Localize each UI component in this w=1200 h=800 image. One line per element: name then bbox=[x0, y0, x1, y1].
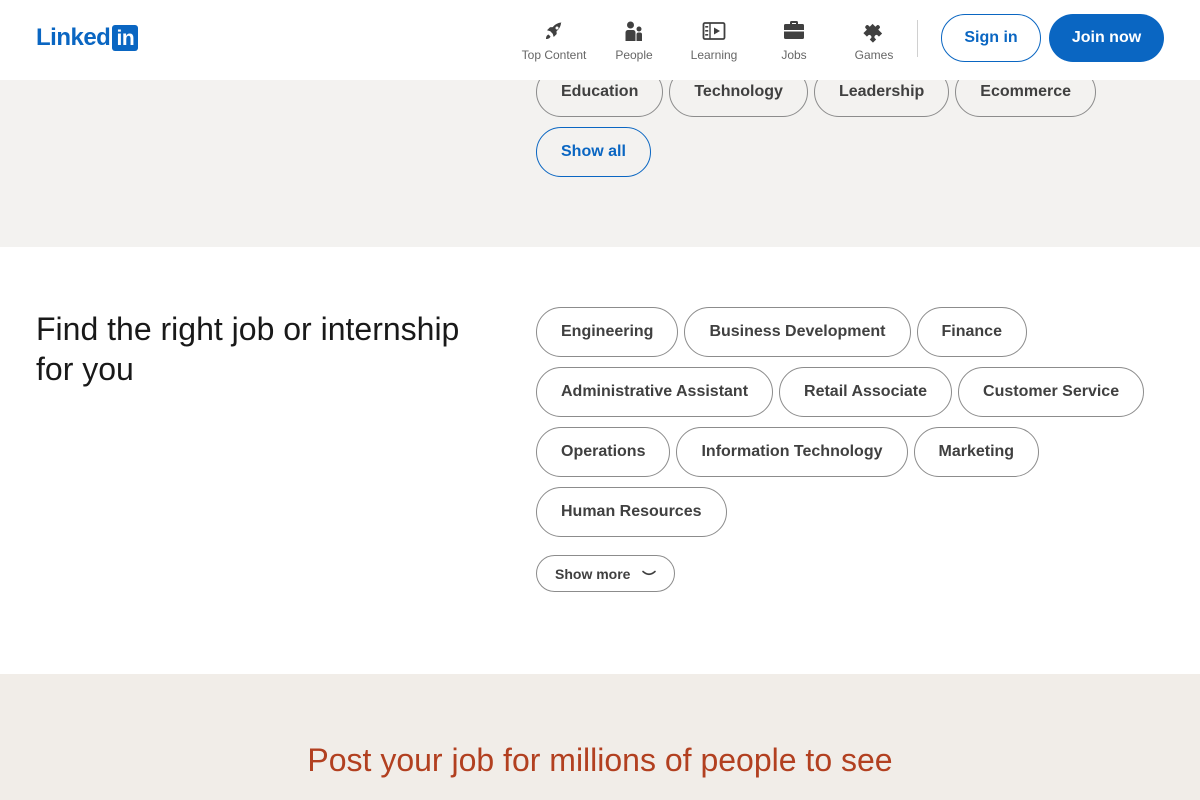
people-icon bbox=[622, 19, 646, 43]
job-pill-retail-associate[interactable]: Retail Associate bbox=[779, 367, 953, 417]
job-pill-engineering[interactable]: Engineering bbox=[536, 307, 679, 357]
job-pill-customer-service[interactable]: Customer Service bbox=[958, 367, 1145, 417]
nav-label-people: People bbox=[615, 48, 653, 62]
nav-label-top-content: Top Content bbox=[521, 48, 587, 62]
job-pill-operations[interactable]: Operations bbox=[536, 427, 671, 477]
learning-icon bbox=[702, 19, 726, 43]
linkedin-logo[interactable]: Linked in bbox=[36, 24, 139, 51]
top-nav-bar: Linked in Top Content People Learning Job… bbox=[0, 0, 1200, 80]
chevron-down-icon bbox=[642, 570, 657, 578]
job-category-pills: Engineering Business Development Finance… bbox=[536, 307, 1176, 547]
post-job-section: Post your job for millions of people to … bbox=[0, 674, 1200, 800]
sign-in-button[interactable]: Sign in bbox=[941, 14, 1041, 62]
nav-label-jobs: Jobs bbox=[781, 48, 807, 62]
nav-item-games[interactable]: Games bbox=[834, 0, 914, 80]
topic-pills: Education Technology Leadership Ecommerc… bbox=[536, 67, 1176, 187]
briefcase-icon bbox=[782, 19, 806, 43]
job-pill-business-development[interactable]: Business Development bbox=[684, 307, 911, 357]
logo-text: Linked bbox=[36, 24, 111, 51]
rocket-icon bbox=[542, 19, 566, 43]
nav-item-learning[interactable]: Learning bbox=[674, 0, 754, 80]
puzzle-icon bbox=[862, 19, 886, 43]
jobs-heading: Find the right job or internship for you bbox=[36, 311, 460, 387]
job-pill-information-technology[interactable]: Information Technology bbox=[676, 427, 908, 477]
job-pill-administrative-assistant[interactable]: Administrative Assistant bbox=[536, 367, 774, 417]
post-job-heading: Post your job for millions of people to … bbox=[307, 742, 893, 778]
show-more-label: Show more bbox=[555, 565, 631, 582]
logo-in-box: in bbox=[112, 25, 139, 51]
nav-item-top-content[interactable]: Top Content bbox=[514, 0, 594, 80]
nav-label-games: Games bbox=[854, 48, 894, 62]
show-all-button[interactable]: Show all bbox=[536, 127, 651, 177]
join-now-button[interactable]: Join now bbox=[1049, 14, 1164, 62]
job-pill-finance[interactable]: Finance bbox=[916, 307, 1027, 357]
job-pill-human-resources[interactable]: Human Resources bbox=[536, 487, 727, 537]
nav-item-people[interactable]: People bbox=[594, 0, 674, 80]
jobs-section: Find the right job or internship for you… bbox=[0, 247, 1200, 674]
nav-divider bbox=[917, 20, 918, 57]
main-nav: Top Content People Learning Jobs Games bbox=[514, 0, 914, 80]
show-more-button[interactable]: Show more bbox=[536, 555, 676, 592]
nav-label-learning: Learning bbox=[690, 48, 738, 62]
job-pill-marketing[interactable]: Marketing bbox=[913, 427, 1040, 477]
nav-item-jobs[interactable]: Jobs bbox=[754, 0, 834, 80]
